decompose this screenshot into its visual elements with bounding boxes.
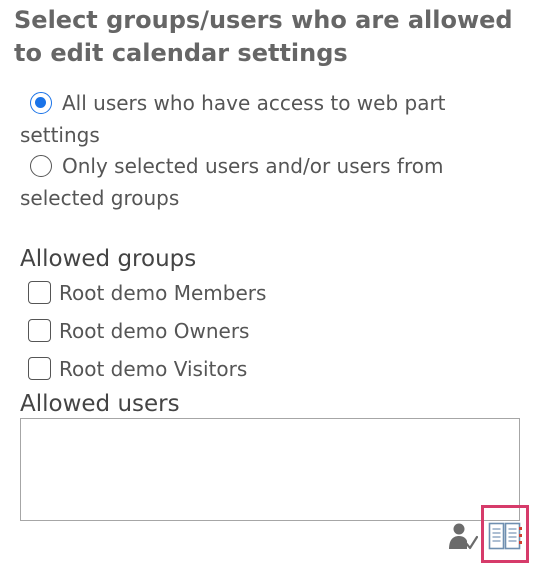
group-item-label: Root demo Owners	[59, 319, 250, 343]
allowed-users-label: Allowed users	[20, 391, 180, 417]
group-item-label: Root demo Members	[59, 281, 267, 305]
group-item-label: Root demo Visitors	[59, 357, 248, 381]
checkbox-root-demo-members[interactable]	[28, 281, 51, 304]
group-item-root-demo-members[interactable]: Root demo Members	[28, 279, 266, 307]
radio-selected-users-label: Only selected users and/or users from se…	[20, 154, 444, 210]
allowed-users-input[interactable]	[20, 418, 520, 521]
browse-users-highlight	[481, 505, 529, 563]
checkbox-root-demo-visitors[interactable]	[28, 357, 51, 380]
address-book-icon[interactable]	[488, 522, 522, 550]
radio-selected-users[interactable]	[30, 155, 52, 177]
radio-option-selected-users[interactable]: Only selected users and/or users from se…	[20, 150, 520, 214]
group-item-root-demo-owners[interactable]: Root demo Owners	[28, 317, 249, 345]
radio-all-users-label: All users who have access to web part se…	[20, 91, 446, 147]
radio-option-all-users[interactable]: All users who have access to web part se…	[20, 87, 520, 151]
allowed-groups-label: Allowed groups	[20, 246, 197, 272]
check-names-icon[interactable]	[448, 522, 478, 552]
group-item-root-demo-visitors[interactable]: Root demo Visitors	[28, 355, 247, 383]
radio-all-users[interactable]	[30, 92, 52, 114]
checkbox-root-demo-owners[interactable]	[28, 319, 51, 342]
settings-heading: Select groups/users who are allowed to e…	[14, 6, 513, 67]
